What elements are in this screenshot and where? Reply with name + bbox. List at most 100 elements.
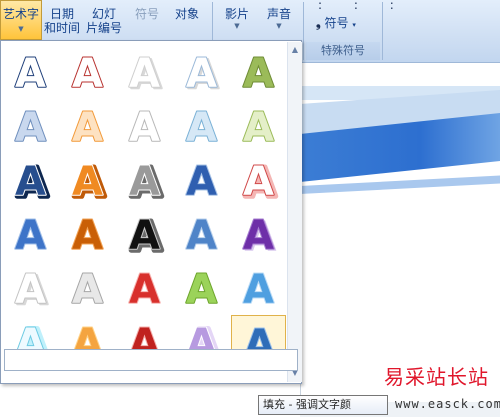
wordart-preview-icon: AA	[185, 50, 220, 100]
wordart-preview-icon: AA	[14, 158, 51, 208]
wordart-style-option[interactable]: A	[231, 99, 286, 154]
wordart-glyph: A	[72, 105, 103, 151]
watermark-brand: 易采站长站	[384, 365, 489, 389]
sound-button[interactable]: 声音 ▼	[262, 7, 296, 43]
wordart-label: 艺术字	[2, 7, 39, 21]
wordart-style-option[interactable]: A	[3, 99, 58, 154]
wordart-style-option[interactable]: A	[231, 261, 286, 316]
wordart-style-option[interactable]: A	[231, 45, 286, 100]
chevron-down-icon: ▼	[276, 22, 282, 30]
wordart-preview-icon: A	[185, 212, 218, 260]
symbol-label: 符号	[134, 7, 159, 21]
wordart-glyph: A	[72, 51, 103, 97]
wordart-preview-icon: A	[71, 212, 104, 260]
wordart-style-option[interactable]: A	[60, 207, 115, 262]
wordart-preview-icon: A	[71, 266, 104, 314]
special-symbols-row[interactable]: : : :	[318, 0, 408, 12]
wordart-glyph: A	[243, 213, 274, 259]
wordart-style-option[interactable]: AA	[231, 153, 286, 208]
chevron-down-icon: ▼	[234, 22, 240, 30]
wordart-preview-icon: A	[185, 104, 218, 152]
wordart-style-option[interactable]: AA	[231, 207, 286, 262]
wordart-style-option[interactable]: A	[3, 207, 58, 262]
symbol-dropdown-label: 符号	[324, 16, 349, 30]
group-separator	[303, 2, 304, 60]
wordart-style-option[interactable]: AA	[60, 153, 115, 208]
wordart-preview-icon: AA	[128, 50, 163, 100]
wordart-glyph: A	[72, 213, 103, 259]
wordart-preview-icon: A	[185, 158, 218, 206]
wordart-preview-icon: AA	[71, 158, 108, 208]
wordart-style-option[interactable]: AA	[3, 153, 58, 208]
wordart-preview-icon: A	[185, 266, 218, 314]
wordart-gallery: AAAAAAAAAAAAAAAAAAAAAAAAAAAAAAAAAAAAAAAA…	[0, 40, 302, 384]
wordart-preview-icon: A	[242, 50, 275, 98]
date-time-label-2: 和时间	[44, 21, 81, 35]
wordart-glyph: A	[129, 51, 160, 97]
wordart-preview-icon: A	[242, 104, 275, 152]
wordart-glyph: A	[15, 213, 46, 259]
wordart-glyph: A	[186, 159, 217, 205]
wordart-glyph: A	[186, 213, 217, 259]
gallery-footer	[4, 349, 298, 371]
wordart-glyph: A	[72, 267, 103, 313]
wordart-glyph: A	[186, 51, 217, 97]
wordart-glyph: A	[243, 267, 274, 313]
wordart-button[interactable]: 艺术字 ▼	[0, 0, 42, 40]
wordart-glyph: A	[72, 159, 103, 205]
wordart-style-option[interactable]: A	[60, 261, 115, 316]
movie-label: 影片	[224, 7, 249, 21]
scroll-up-icon[interactable]: ▲	[288, 45, 302, 55]
wordart-style-option[interactable]: AA	[117, 45, 172, 100]
wordart-glyph: A	[243, 51, 274, 97]
date-time-button[interactable]: 日期 和时间	[44, 7, 80, 43]
slide-number-button[interactable]: 幻灯 片编号	[84, 7, 124, 43]
wordart-glyph: A	[186, 267, 217, 313]
wordart-preview-icon: AA	[14, 266, 49, 316]
wordart-style-option[interactable]: A	[174, 207, 229, 262]
slide-number-label-1: 幻灯	[91, 7, 116, 21]
group-separator	[382, 2, 383, 60]
symbol-button[interactable]: 符号	[130, 7, 164, 43]
symbol-dropdown-button[interactable]: ❟ 符号 ▾	[316, 14, 356, 31]
wordart-preview-icon: A	[128, 104, 161, 152]
wordart-glyph: A	[243, 159, 274, 205]
wordart-preview-icon: A	[14, 50, 47, 98]
wordart-preview-icon: AA	[242, 158, 279, 208]
wordart-style-option[interactable]: A	[60, 99, 115, 154]
wordart-preview-icon: A	[71, 50, 104, 98]
wordart-preview-icon: A	[71, 104, 104, 152]
wordart-preview-icon: AA	[128, 212, 165, 262]
gallery-scrollbar[interactable]: ▲ ▼	[287, 42, 302, 382]
object-button[interactable]: 对象	[170, 7, 204, 43]
wordart-glyph: A	[129, 159, 160, 205]
wordart-preview-icon: A	[128, 266, 161, 314]
special-symbols-group-label: 特殊符号	[306, 42, 380, 60]
wordart-preview-icon: A	[242, 266, 275, 314]
wordart-style-option[interactable]: AA	[117, 153, 172, 208]
sound-label: 声音	[266, 7, 291, 21]
tooltip: 填充 - 强调文字颜	[258, 395, 388, 415]
wordart-style-option[interactable]: AA	[174, 45, 229, 100]
movie-button[interactable]: 影片 ▼	[220, 7, 254, 43]
wordart-style-option[interactable]: A	[3, 45, 58, 100]
object-label: 对象	[174, 7, 199, 21]
wordart-style-option[interactable]: A	[174, 153, 229, 208]
wordart-style-option[interactable]: A	[174, 99, 229, 154]
wordart-style-option[interactable]: AA	[3, 261, 58, 316]
wordart-style-option[interactable]: A	[117, 261, 172, 316]
wordart-glyph: A	[243, 105, 274, 151]
watermark-url: www.easck.com	[395, 397, 500, 411]
wordart-style-option[interactable]: A	[117, 99, 172, 154]
wordart-style-option[interactable]: A	[174, 261, 229, 316]
wordart-style-option[interactable]: AA	[117, 207, 172, 262]
wordart-style-option[interactable]: A	[60, 45, 115, 100]
wordart-glyph: A	[129, 105, 160, 151]
wordart-preview-icon: AA	[242, 212, 277, 261]
date-time-label-1: 日期	[49, 7, 74, 21]
wordart-preview-icon: A	[14, 212, 47, 260]
wordart-glyph: A	[186, 105, 217, 151]
chevron-down-icon: ▼	[18, 25, 24, 33]
wordart-glyph: A	[15, 105, 46, 151]
comma-symbol-icon: ❟	[316, 16, 321, 30]
